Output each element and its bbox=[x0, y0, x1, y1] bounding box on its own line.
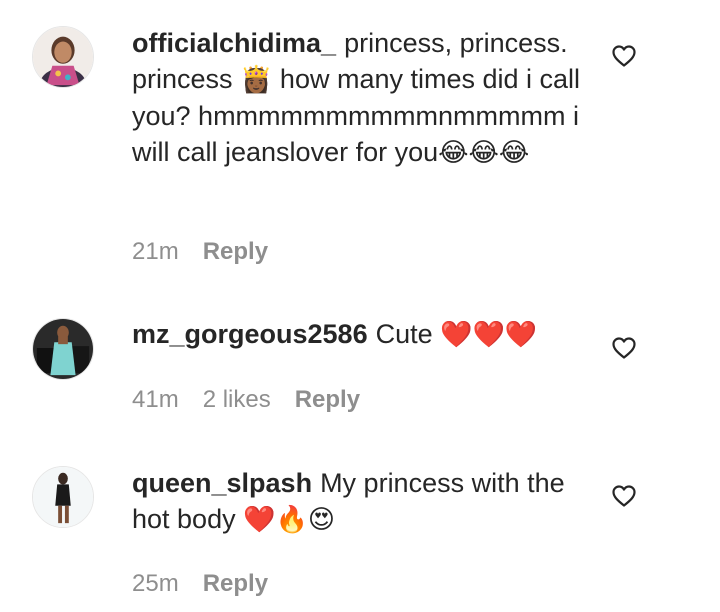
heart-outline-icon bbox=[612, 337, 636, 359]
comment-body: officialchidima_ princess, princess. prin… bbox=[132, 25, 582, 171]
heart-outline-icon bbox=[612, 485, 636, 507]
reply-button[interactable]: Reply bbox=[203, 570, 268, 598]
reply-button[interactable]: Reply bbox=[295, 386, 360, 414]
emoji-heart-fire-hearteyes: ❤️🔥😍 bbox=[243, 505, 335, 535]
comment-body: queen_slpash My princess with the hot bod… bbox=[132, 465, 582, 538]
comment-timestamp: 25m bbox=[132, 570, 179, 597]
emoji-princess: 👸🏾 bbox=[240, 65, 273, 95]
like-button[interactable] bbox=[611, 484, 637, 508]
comment-username[interactable]: officialchidima_ bbox=[132, 28, 336, 58]
comment-username[interactable]: mz_gorgeous2586 bbox=[132, 319, 368, 349]
comment-likes-count[interactable]: 2 likes bbox=[203, 386, 271, 414]
comment-timestamp: 41m bbox=[132, 386, 179, 413]
avatar[interactable] bbox=[32, 466, 94, 528]
avatar[interactable] bbox=[32, 26, 94, 88]
comment-text: Cute bbox=[375, 319, 441, 349]
emoji-laughing: 😂😂😂 bbox=[438, 138, 530, 168]
comment-meta: 21m Reply bbox=[132, 238, 268, 266]
comment-username[interactable]: queen_slpash bbox=[132, 468, 312, 498]
like-button[interactable] bbox=[611, 336, 637, 360]
reply-button[interactable]: Reply bbox=[203, 238, 268, 266]
like-button[interactable] bbox=[611, 44, 637, 68]
avatar[interactable] bbox=[32, 318, 94, 380]
comment-body: mz_gorgeous2586 Cute ❤️❤️❤️ bbox=[132, 316, 582, 353]
comment-meta: 25m Reply bbox=[132, 570, 268, 598]
comment-meta: 41m 2 likes Reply bbox=[132, 386, 360, 414]
emoji-hearts: ❤️❤️❤️ bbox=[440, 320, 538, 350]
heart-outline-icon bbox=[612, 45, 636, 67]
comment-timestamp: 21m bbox=[132, 238, 179, 265]
